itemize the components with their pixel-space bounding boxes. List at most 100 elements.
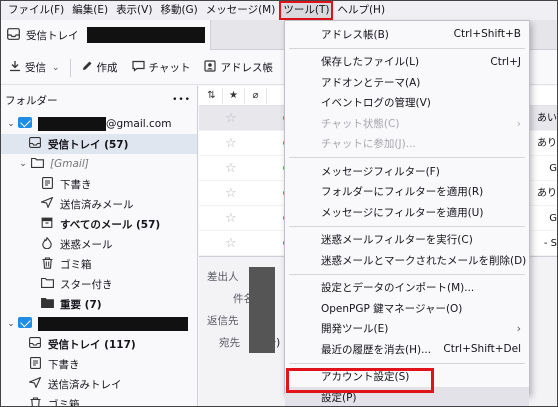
menu-item-message-filters[interactable]: メッセージフィルター(F) xyxy=(285,161,529,182)
folder-label: すべてのメール (57) xyxy=(60,218,161,231)
account-email-domain: @gmail.com xyxy=(106,118,172,130)
menu-item-address-book[interactable]: アドレス帳(B) Ctrl+Shift+B xyxy=(285,24,529,45)
chat-button[interactable]: チャット xyxy=(128,56,195,80)
folder-inbox[interactable]: 受信トレイ (57) xyxy=(1,134,197,154)
folder-sent[interactable]: 送信済みトレイ xyxy=(1,374,197,394)
junk-icon xyxy=(39,236,55,252)
menu-separator xyxy=(289,362,525,364)
draft-icon xyxy=(27,356,43,372)
folder-trash[interactable]: ゴミ箱 xyxy=(1,254,197,274)
menu-item-run-junk-filter[interactable]: 迷惑メールフィルターを実行(C) xyxy=(285,230,529,251)
folder-starred[interactable]: スター付き xyxy=(1,274,197,294)
address-book-button[interactable]: アドレス帳 xyxy=(200,56,277,80)
archive-icon xyxy=(39,217,55,231)
toolbar-separator xyxy=(69,58,71,77)
menu-item-developer-tools[interactable]: 開発ツール(E) › xyxy=(285,319,529,340)
menu-item-apply-filters-folder[interactable]: フォルダーにフィルターを適用(R) xyxy=(285,182,529,203)
snippet: G xyxy=(549,213,557,224)
menu-item-openpgp-key-manager[interactable]: OpenPGP 鍵マネージャー(O) xyxy=(285,298,529,319)
inbox-icon xyxy=(7,27,20,43)
menu-item-label: チャット状態(C) xyxy=(321,117,400,130)
folder-pane: フォルダー ••• ⌄ @gmail.com 受信トレイ (57) ⌄ [Gma… xyxy=(1,86,198,406)
snippet: あり xyxy=(537,138,557,149)
chat-label: チャット xyxy=(148,62,191,74)
folder-drafts[interactable]: 下書き xyxy=(1,174,197,194)
menu-item-shortcut: Ctrl+J xyxy=(490,55,521,68)
folder-label: 下書き xyxy=(48,358,80,371)
star-icon[interactable]: ☆ xyxy=(225,211,245,226)
folder-label: 重要 (7) xyxy=(60,298,102,311)
star-column-icon[interactable]: ★ xyxy=(223,87,245,104)
thread-column-icon[interactable]: ⇅ xyxy=(201,87,223,104)
menu-item-label: イベントログの管理(V) xyxy=(321,97,431,110)
chevron-down-icon[interactable]: ⌄ xyxy=(52,63,60,73)
chat-icon xyxy=(131,60,145,75)
thunderbird-window: ファイル(F) 編集(E) 表示(V) 移動(G) メッセージ(M) ツール(T… xyxy=(0,0,558,407)
folder-label: 迷惑メール xyxy=(60,238,113,251)
folder-sent[interactable]: 送信済みメール xyxy=(1,194,197,214)
account-row[interactable]: ⌄ xyxy=(1,314,197,334)
snippet: あい xyxy=(537,113,557,124)
folder-label: ゴミ箱 xyxy=(60,258,92,271)
menu-view[interactable]: 表示(V) xyxy=(113,2,155,19)
folder-gmail[interactable]: ⌄ [Gmail] xyxy=(1,154,197,174)
chevron-right-icon: › xyxy=(516,116,521,130)
menu-item-import[interactable]: 設定とデータのインポート(M)... xyxy=(285,278,529,299)
sent-icon xyxy=(39,196,55,211)
menu-separator xyxy=(289,157,525,158)
folder-label: 送信済みメール xyxy=(60,198,134,211)
account-mail-icon xyxy=(17,117,33,131)
write-button[interactable]: 作成 xyxy=(77,56,122,80)
folder-pane-menu-button[interactable]: ••• xyxy=(172,95,191,105)
chevron-down-icon[interactable]: ⌄ xyxy=(5,119,17,129)
attachment-column-icon[interactable]: ⌀ xyxy=(245,87,267,104)
menu-message[interactable]: メッセージ(M) xyxy=(203,2,279,19)
folder-label: 下書き xyxy=(60,178,92,191)
menu-edit[interactable]: 編集(E) xyxy=(69,2,111,19)
inbox-icon xyxy=(27,337,43,351)
star-icon[interactable]: ☆ xyxy=(225,111,245,126)
chevron-right-icon: › xyxy=(516,322,521,336)
folder-important[interactable]: 重要 (7) xyxy=(1,294,197,314)
star-icon[interactable]: ☆ xyxy=(225,236,245,251)
menu-item-activity-manager[interactable]: イベントログの管理(V) xyxy=(285,93,529,114)
menu-item-addons-themes[interactable]: アドオンとテーマ(A) xyxy=(285,72,529,93)
menu-item-apply-filters-message[interactable]: メッセージにフィルターを適用(U) xyxy=(285,202,529,223)
tab-inbox[interactable]: 受信トレイ xyxy=(1,20,211,50)
menu-go[interactable]: 移動(G) xyxy=(157,2,200,19)
account-row[interactable]: ⌄ @gmail.com xyxy=(1,114,197,134)
address-book-label: アドレス帳 xyxy=(220,62,273,74)
menu-item-label: フォルダーにフィルターを適用(R) xyxy=(321,186,484,199)
menu-bar: ファイル(F) 編集(E) 表示(V) 移動(G) メッセージ(M) ツール(T… xyxy=(1,1,557,20)
star-icon[interactable]: ☆ xyxy=(225,186,245,201)
tab-label: 受信トレイ xyxy=(26,29,79,42)
menu-item-clear-history[interactable]: 最近の履歴を消去(H)... Ctrl+Shift+Del xyxy=(285,339,529,360)
star-icon[interactable]: ☆ xyxy=(225,161,245,176)
menu-help[interactable]: ヘルプ(H) xyxy=(334,2,388,19)
folder-drafts[interactable]: 下書き xyxy=(1,354,197,374)
to-label: 宛先 xyxy=(219,337,240,349)
menu-separator xyxy=(289,47,525,49)
folder-inbox[interactable]: 受信トレイ (117) xyxy=(1,334,197,354)
menu-item-saved-files[interactable]: 保存したファイル(L) Ctrl+J xyxy=(285,52,529,73)
inbox-icon xyxy=(27,137,43,151)
star-icon[interactable]: ☆ xyxy=(225,136,245,151)
snippet: - S xyxy=(543,238,557,249)
folder-icon xyxy=(39,277,55,291)
chevron-down-icon[interactable]: ⌄ xyxy=(17,159,29,169)
menu-tools[interactable]: ツール(T) xyxy=(279,1,334,20)
get-messages-button[interactable]: 受信 ⌄ xyxy=(5,56,64,80)
redacted-sender-avatar xyxy=(249,267,275,353)
menu-item-delete-junk[interactable]: 迷惑メールとマークされたメールを削除(D) xyxy=(285,250,529,271)
folder-trash[interactable]: ゴミ箱 xyxy=(1,394,197,406)
folder-junk[interactable]: 迷惑メール xyxy=(1,234,197,254)
chevron-down-icon[interactable]: ⌄ xyxy=(5,319,17,329)
menu-item-label: アドレス帳(B) xyxy=(321,28,389,41)
menu-file[interactable]: ファイル(F) xyxy=(5,2,67,19)
menu-item-label: 最近の履歴を消去(H)... xyxy=(321,343,432,356)
folder-all-mail[interactable]: すべてのメール (57) xyxy=(1,214,197,234)
folder-icon xyxy=(29,157,45,171)
snippet: G xyxy=(549,163,557,174)
address-book-icon xyxy=(204,60,217,75)
menu-item-shortcut: Ctrl+Shift+Del xyxy=(443,343,521,356)
